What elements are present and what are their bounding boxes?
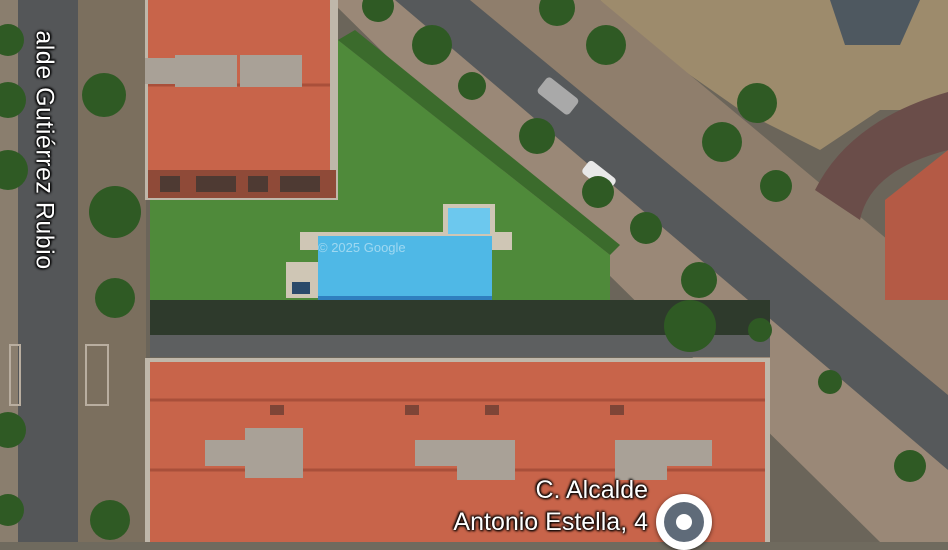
- place-label-line2: Antonio Estella, 4: [453, 508, 648, 536]
- building-top-left: [145, 0, 338, 200]
- pin-dot: [676, 514, 692, 530]
- pin-ring: [664, 502, 704, 542]
- place-label[interactable]: C. Alcalde Antonio Estella, 4: [380, 474, 648, 538]
- map-watermark: © 2025 Google: [318, 240, 406, 255]
- street-label-gutierrez-rubio: alde Gutiérrez Rubio: [30, 30, 59, 270]
- kiddie-pool: [448, 208, 490, 234]
- place-label-line1: C. Alcalde: [535, 476, 648, 504]
- satellite-map[interactable]: [0, 0, 948, 542]
